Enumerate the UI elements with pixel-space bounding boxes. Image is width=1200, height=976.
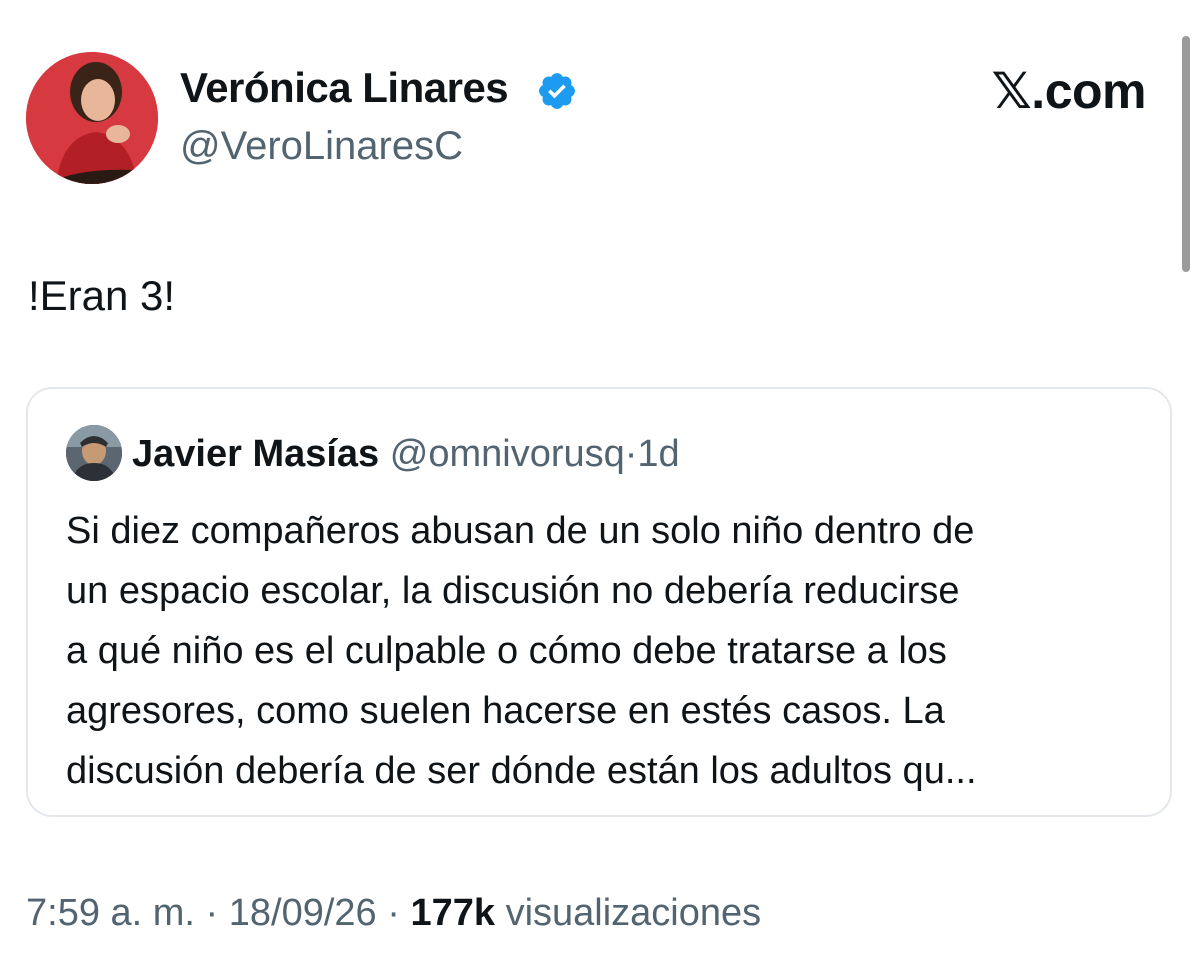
quote-timestamp[interactable]: 1d	[637, 433, 679, 475]
author-handle[interactable]: @VeroLinaresC	[180, 124, 463, 169]
tweet-meta: 7:59 a. m. · 18/09/26 · 177k visualizaci…	[26, 892, 761, 935]
quote-author-avatar-image	[66, 425, 122, 481]
meta-separator: ·	[205, 892, 219, 934]
meta-separator: ·	[387, 892, 400, 934]
quote-text-line: a qué niño es el culpable o cómo debe tr…	[66, 630, 947, 672]
author-avatar[interactable]	[26, 52, 158, 184]
author-name[interactable]: Verónica Linares	[180, 64, 509, 112]
tweet-time[interactable]: 7:59 a. m.	[26, 892, 195, 934]
quote-body: Si diez compañeros abusan de un solo niñ…	[66, 501, 1146, 801]
quote-separator: ·	[624, 433, 638, 475]
site-logo: 𝕏.com	[991, 63, 1147, 119]
quoted-tweet-card[interactable]: Javier Masías @omnivorusq·1d Si diez com…	[26, 387, 1172, 817]
quote-author-avatar[interactable]	[66, 425, 122, 481]
quote-text-line: Si diez compañeros abusan de un solo niñ…	[66, 510, 975, 552]
views-count: 177k	[410, 892, 496, 934]
tweet-date[interactable]: 18/09/26	[229, 892, 377, 934]
author-avatar-image	[26, 52, 158, 184]
quote-text-line: discusión debería de ser dónde están los…	[66, 750, 977, 792]
views-label: visualizaciones	[505, 892, 762, 934]
tweet-screenshot: Verónica Linares @VeroLinaresC 𝕏.com !Er…	[0, 0, 1200, 976]
scrollbar[interactable]	[1182, 36, 1190, 272]
quote-header: Javier Masías @omnivorusq·1d	[132, 433, 680, 476]
quote-author-handle[interactable]: @omnivorusq	[390, 433, 625, 475]
quote-text-line: agresores, como suelen hacerse en estés …	[66, 690, 945, 732]
tweet-text: !Eran 3!	[28, 272, 176, 319]
quote-text-line: un espacio escolar, la discusión no debe…	[66, 570, 960, 612]
quote-author-name[interactable]: Javier Masías	[132, 433, 379, 475]
verified-badge-icon	[539, 73, 575, 109]
